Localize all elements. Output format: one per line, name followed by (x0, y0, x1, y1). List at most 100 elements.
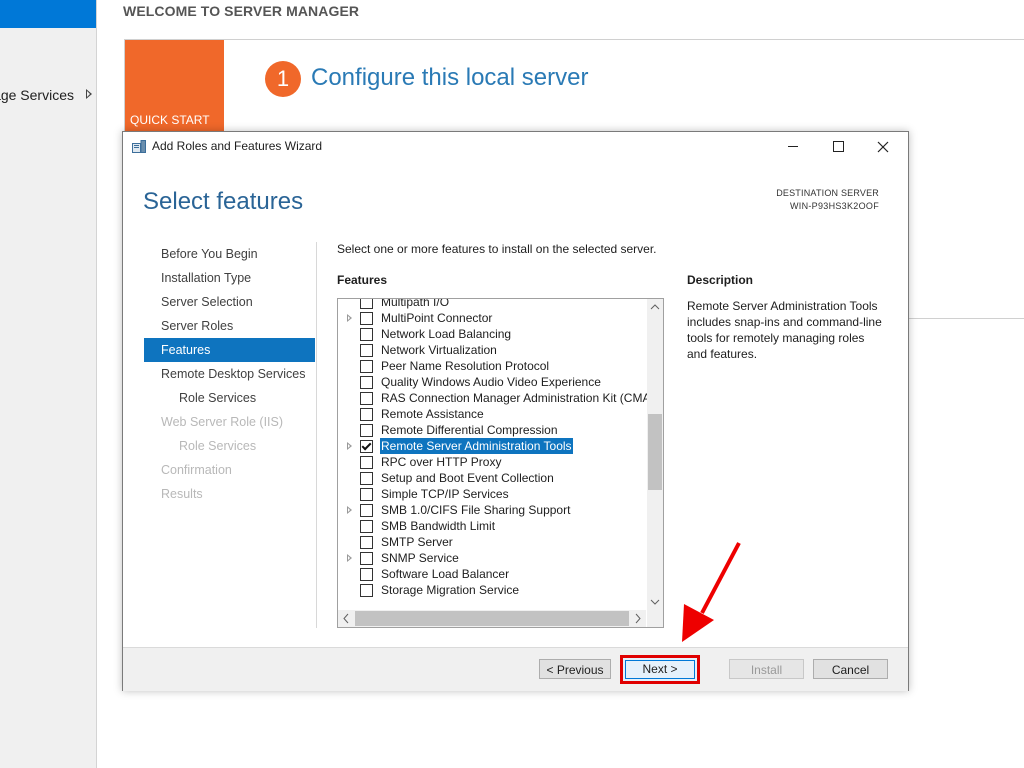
sidebar-item-label: age Services (0, 87, 74, 103)
feature-label: Network Load Balancing (381, 327, 512, 341)
chevron-down-icon (650, 599, 660, 605)
feature-row[interactable]: Storage Migration Service (338, 582, 646, 598)
horizontal-scroll-thumb[interactable] (355, 611, 629, 626)
destination-server-label: DESTINATION SERVER (776, 188, 879, 198)
feature-label: MultiPoint Connector (381, 311, 493, 325)
feature-checkbox[interactable] (360, 520, 373, 533)
step-iis-role-services: Role Services (179, 439, 257, 453)
scroll-up-button[interactable] (647, 299, 663, 316)
step-installation-type[interactable]: Installation Type (144, 266, 315, 290)
scroll-left-button[interactable] (338, 610, 355, 627)
feature-row[interactable]: Network Load Balancing (338, 326, 646, 342)
feature-row[interactable]: Software Load Balancer (338, 566, 646, 582)
feature-checkbox[interactable] (360, 472, 373, 485)
features-heading: Features (337, 273, 388, 287)
feature-checkbox[interactable] (360, 312, 373, 325)
feature-label: Storage Migration Service (381, 583, 520, 597)
maximize-button[interactable] (816, 132, 861, 162)
feature-checkbox[interactable] (360, 328, 373, 341)
previous-button[interactable]: < Previous (539, 659, 611, 679)
feature-checkbox[interactable] (360, 504, 373, 517)
feature-checkbox[interactable] (360, 552, 373, 565)
feature-label: Remote Differential Compression (381, 423, 558, 437)
feature-row[interactable]: Setup and Boot Event Collection (338, 470, 646, 486)
feature-checkbox[interactable] (360, 568, 373, 581)
expand-arrow-icon[interactable] (347, 506, 352, 514)
step-remote-desktop-services[interactable]: Remote Desktop Services (144, 362, 315, 386)
step-confirmation: Confirmation (161, 463, 232, 477)
feature-row[interactable]: SMTP Server (338, 534, 646, 550)
step-web-server-role: Web Server Role (IIS) (161, 415, 284, 429)
feature-checkbox[interactable] (360, 440, 373, 453)
feature-checkbox[interactable] (360, 536, 373, 549)
minimize-button[interactable] (771, 132, 816, 162)
feature-row[interactable]: Remote Assistance (338, 406, 646, 422)
feature-label: Software Load Balancer (381, 567, 510, 581)
feature-row[interactable]: Remote Differential Compression (338, 422, 646, 438)
page-title: Select features (143, 188, 304, 215)
quick-start-tile[interactable]: QUICK START (125, 40, 224, 132)
feature-row[interactable]: Remote Server Administration Tools (338, 437, 646, 455)
step-before-you-begin[interactable]: Before You Begin (144, 242, 315, 266)
expand-arrow-icon[interactable] (347, 314, 352, 322)
feature-checkbox[interactable] (360, 424, 373, 437)
feature-label: Peer Name Resolution Protocol (381, 359, 550, 373)
features-tree-list[interactable]: Multipath I/O MultiPoint Connector Network… (337, 298, 664, 628)
expand-arrow-icon[interactable] (347, 554, 352, 562)
close-button[interactable] (861, 132, 906, 162)
cancel-button[interactable]: Cancel (813, 659, 888, 679)
feature-label: SMTP Server (381, 535, 453, 549)
scroll-down-button[interactable] (647, 593, 663, 610)
description-text: Remote Server Administration Tools inclu… (687, 299, 882, 361)
feature-label: SMB 1.0/CIFS File Sharing Support (381, 503, 571, 517)
feature-row[interactable]: Simple TCP/IP Services (338, 486, 646, 502)
feature-checkbox[interactable] (360, 488, 373, 501)
expand-arrow-icon[interactable] (347, 442, 352, 450)
add-roles-features-wizard: Add Roles and Features Wizard Select fea… (122, 131, 909, 691)
feature-checkbox[interactable] (360, 408, 373, 421)
feature-row[interactable]: Network Virtualization (338, 342, 646, 358)
steps-divider (316, 242, 317, 628)
next-button[interactable]: Next > (620, 655, 700, 684)
feature-row[interactable]: SMB 1.0/CIFS File Sharing Support (338, 502, 646, 518)
step-features[interactable]: Features (144, 338, 315, 362)
vertical-scroll-thumb[interactable] (648, 414, 662, 490)
feature-checkbox[interactable] (360, 376, 373, 389)
feature-row[interactable]: RPC over HTTP Proxy (338, 454, 646, 470)
scroll-right-button[interactable] (629, 610, 646, 627)
feature-checkbox[interactable] (360, 392, 373, 405)
feature-label: Quality Windows Audio Video Experience (381, 375, 601, 389)
quick-start-label: QUICK START (130, 113, 210, 127)
sidebar-selected-item[interactable] (0, 0, 96, 28)
step-server-selection[interactable]: Server Selection (144, 290, 315, 314)
feature-checkbox[interactable] (360, 344, 373, 357)
step-server-roles[interactable]: Server Roles (144, 314, 315, 338)
feature-row[interactable]: SMB Bandwidth Limit (338, 518, 646, 534)
wizard-footer: < Previous Next > Install Cancel (123, 647, 908, 691)
feature-row[interactable]: RAS Connection Manager Administration Ki… (338, 390, 650, 406)
wizard-steps-nav: Before You Begin Installation Type Serve… (144, 242, 315, 506)
chevron-up-icon (650, 304, 660, 310)
step-rds-role-services[interactable]: Role Services (144, 386, 315, 410)
configure-local-server-link[interactable]: Configure this local server (311, 64, 588, 92)
welcome-title: WELCOME TO SERVER MANAGER (123, 3, 360, 19)
install-button: Install (729, 659, 804, 679)
sidebar-item-storage-services[interactable]: age Services (0, 86, 96, 106)
feature-row[interactable]: SNMP Service (338, 550, 646, 566)
feature-row[interactable]: Quality Windows Audio Video Experience (338, 374, 646, 390)
vertical-scrollbar[interactable] (647, 299, 663, 610)
feature-row[interactable]: MultiPoint Connector (338, 310, 646, 326)
instruction-text: Select one or more features to install o… (337, 242, 657, 256)
feature-row[interactable]: Multipath I/O (338, 299, 646, 310)
feature-checkbox[interactable] (360, 584, 373, 597)
feature-checkbox[interactable] (360, 360, 373, 373)
feature-label: SMB Bandwidth Limit (381, 519, 496, 533)
feature-checkbox[interactable] (360, 299, 373, 309)
chevron-right-icon (635, 613, 641, 624)
red-arrow-annotation (682, 542, 741, 642)
feature-checkbox[interactable] (360, 456, 373, 469)
next-button-label: Next > (625, 660, 695, 679)
feature-row[interactable]: Peer Name Resolution Protocol (338, 358, 646, 374)
feature-label: RPC over HTTP Proxy (381, 455, 502, 469)
horizontal-scrollbar[interactable] (338, 610, 646, 627)
